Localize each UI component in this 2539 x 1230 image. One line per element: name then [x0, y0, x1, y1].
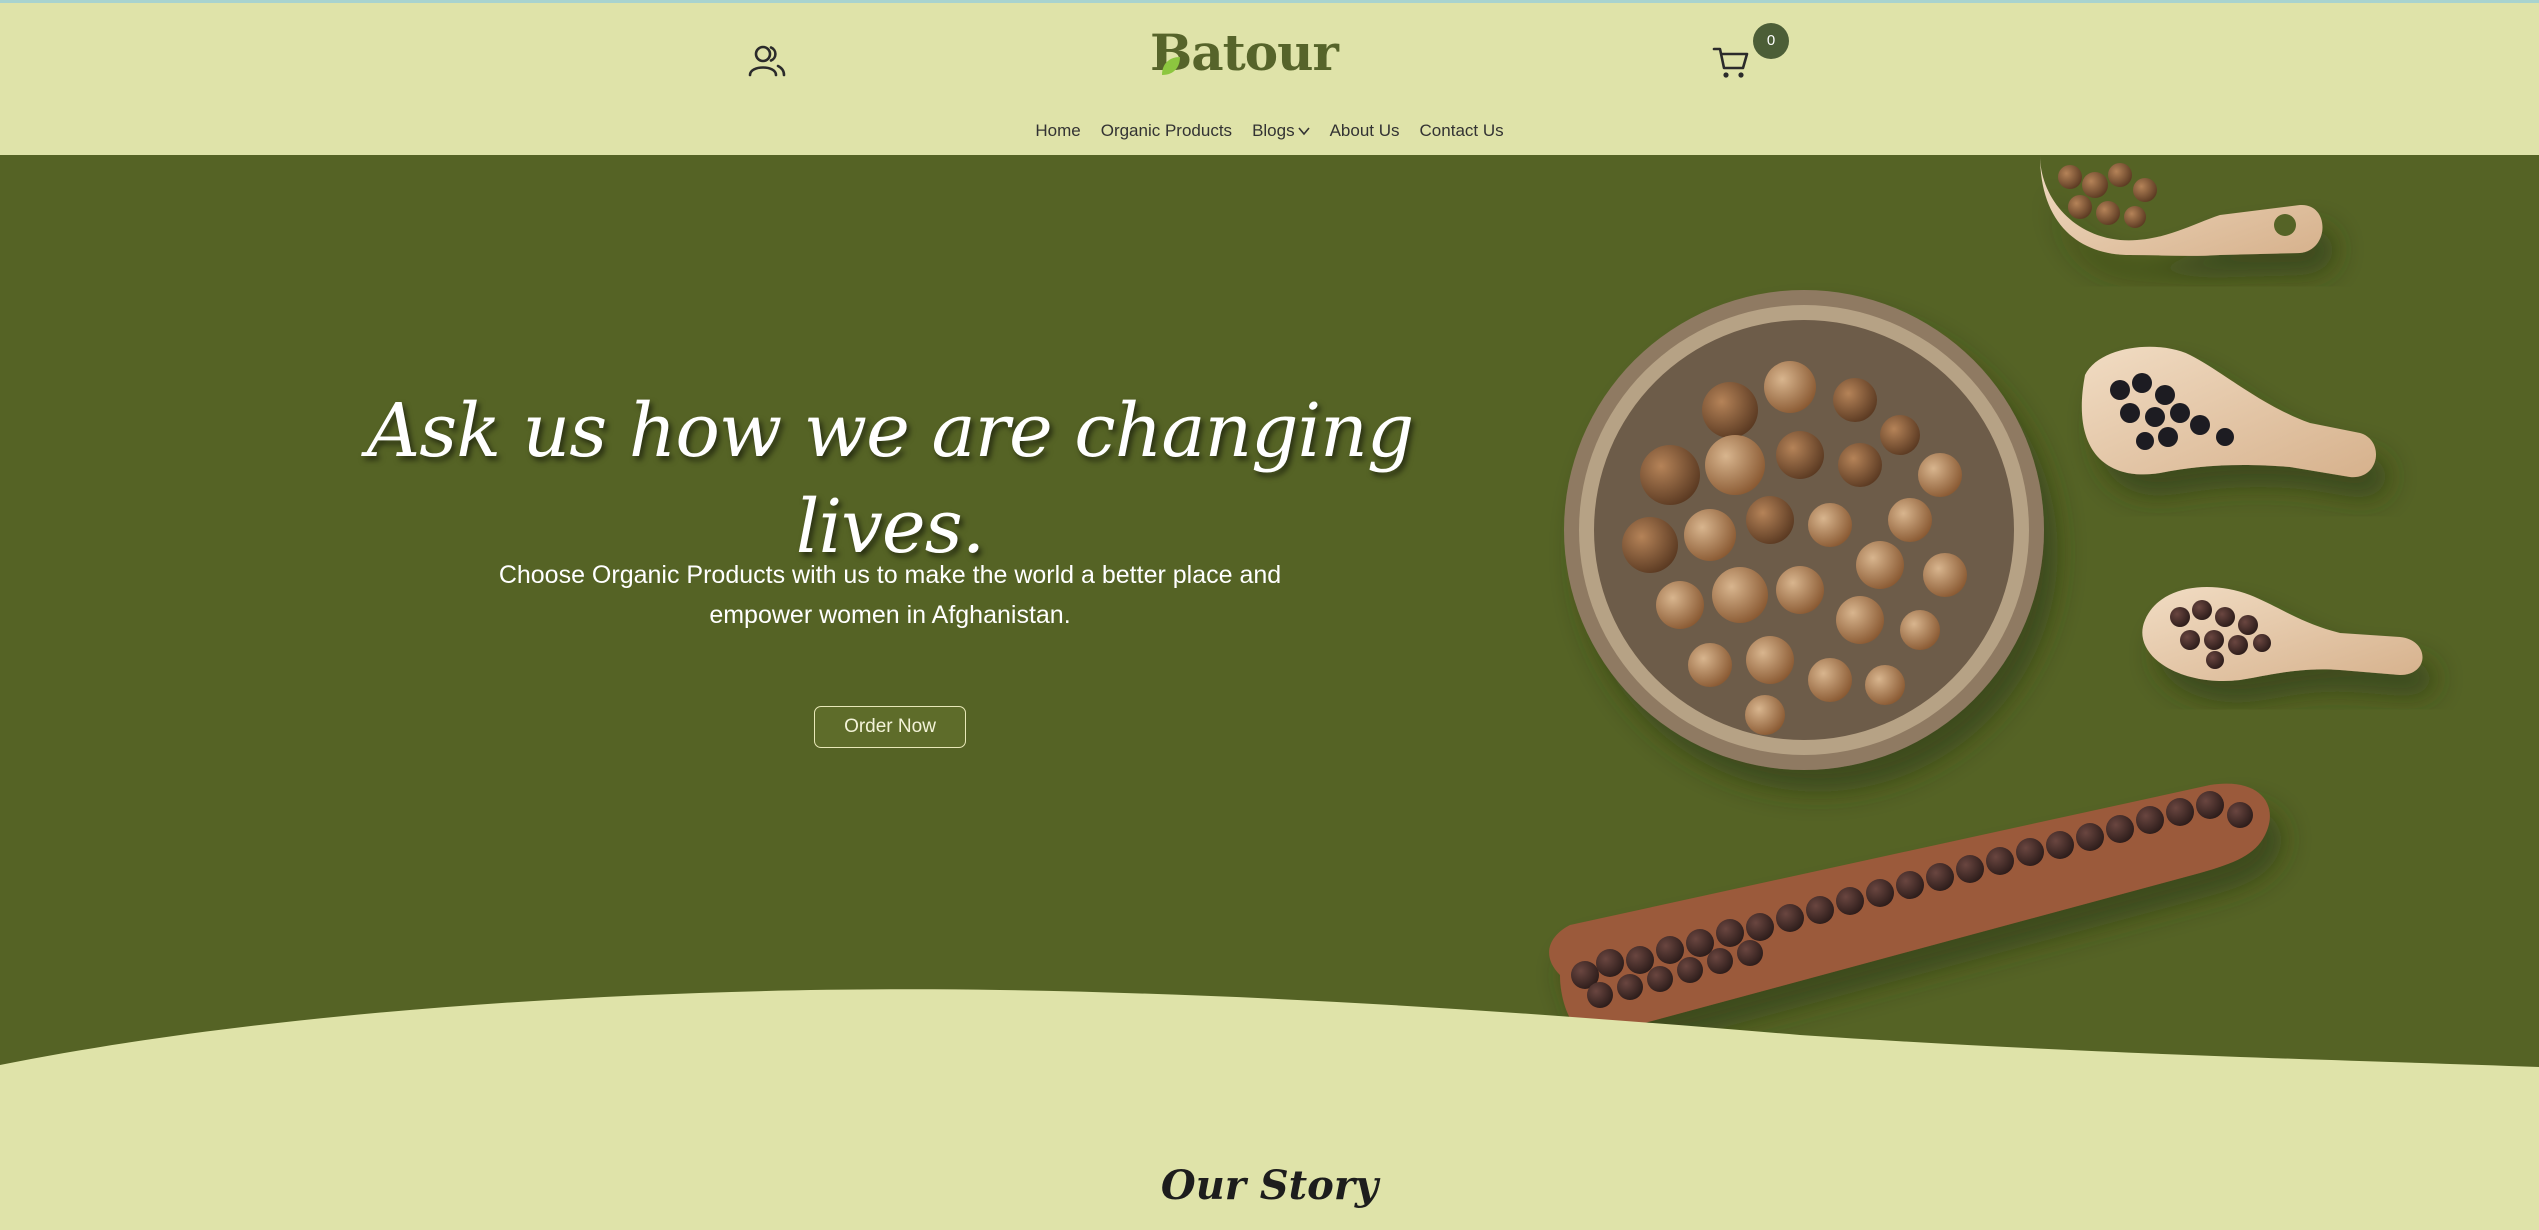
site-logo[interactable]: Batour [1150, 25, 1340, 81]
site-header: Batour 0 Home Organic Products Blogs Abo… [0, 3, 2539, 155]
cart-count-badge: 0 [1753, 23, 1789, 59]
order-now-button[interactable]: Order Now [814, 706, 966, 748]
our-story-heading: Our Story [1160, 1162, 1379, 1209]
main-navigation: Home Organic Products Blogs About Us Con… [0, 117, 2539, 145]
nav-home[interactable]: Home [1035, 121, 1080, 141]
nav-blogs[interactable]: Blogs [1252, 121, 1310, 141]
nav-blogs-label: Blogs [1252, 121, 1295, 140]
nav-home-label: Home [1035, 121, 1081, 140]
nav-contact-us[interactable]: Contact Us [1420, 121, 1504, 141]
nav-about-us-label: About Us [1329, 121, 1400, 140]
hero-headline: Ask us how we are changing lives. [366, 388, 1414, 571]
nav-contact-us-label: Contact Us [1419, 121, 1504, 140]
leaf-icon [1162, 57, 1180, 75]
nav-organic-products[interactable]: Organic Products [1101, 121, 1232, 141]
hero-section: Ask us how we are changing lives. Choose… [0, 155, 2539, 1080]
shopping-cart-icon[interactable] [1712, 41, 1752, 81]
user-icon[interactable] [747, 41, 787, 81]
hero-subtext: Choose Organic Products with us to make … [498, 561, 1282, 629]
nav-organic-products-label: Organic Products [1100, 121, 1233, 140]
chevron-down-icon [1297, 127, 1310, 136]
nav-about-us[interactable]: About Us [1330, 121, 1400, 141]
